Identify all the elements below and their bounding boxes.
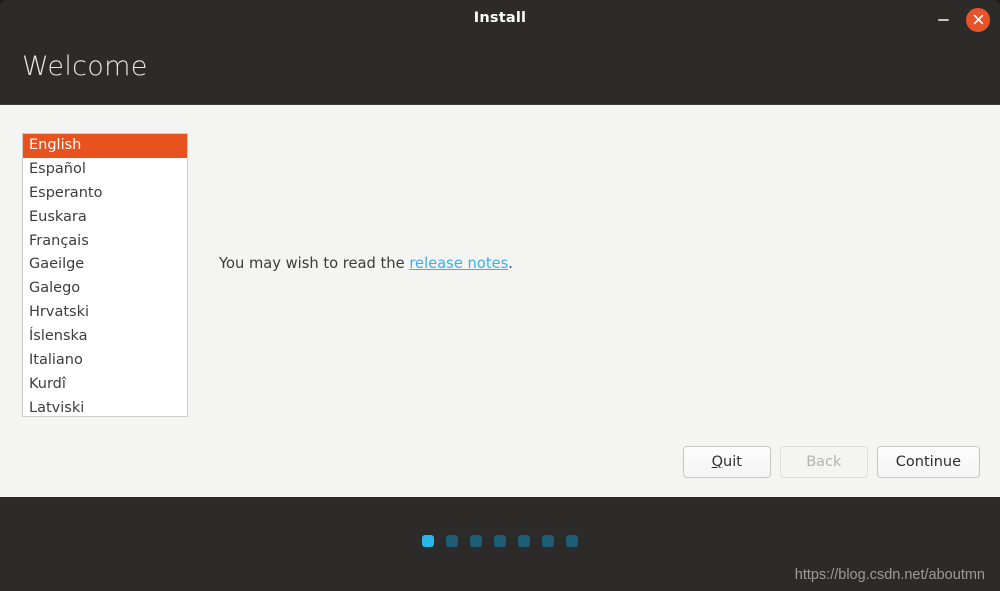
language-item[interactable]: Hrvatski: [23, 301, 187, 325]
window-title: Install: [473, 10, 527, 26]
minimize-button[interactable]: [932, 9, 954, 31]
progress-dot[interactable]: [566, 535, 578, 547]
language-item[interactable]: Español: [23, 158, 187, 182]
page-title: Welcome: [22, 51, 148, 82]
release-notes-suffix: .: [508, 255, 513, 272]
page-header: Welcome: [0, 39, 1000, 105]
quit-button[interactable]: Quit: [682, 446, 771, 478]
release-notes-prefix: You may wish to read the: [219, 255, 410, 272]
back-button[interactable]: Back: [779, 446, 868, 478]
close-button[interactable]: [966, 7, 990, 32]
progress-dot[interactable]: [446, 535, 458, 547]
language-item[interactable]: Italiano: [23, 349, 187, 373]
language-list[interactable]: English Español Esperanto Euskara Français Ga…: [22, 133, 188, 417]
release-notes-link[interactable]: release notes: [409, 255, 508, 272]
language-item[interactable]: Français: [23, 230, 187, 254]
quit-mnemonic: Q: [711, 454, 724, 470]
footer-area: https://blog.csdn.net/aboutmn: [0, 497, 1000, 591]
progress-dot[interactable]: [494, 535, 506, 547]
title-bar: Install: [0, 0, 1000, 39]
content-area: English Español Esperanto Euskara Français Ga…: [0, 105, 1000, 497]
minimize-icon: [937, 18, 949, 21]
progress-dot[interactable]: [470, 535, 482, 547]
language-item[interactable]: Latviski: [23, 397, 187, 416]
progress-dot[interactable]: [518, 535, 530, 547]
progress-dot-active[interactable]: [422, 535, 434, 547]
release-notes-line: You may wish to read the release notes.: [219, 255, 513, 272]
language-item[interactable]: Íslenska: [23, 325, 187, 349]
language-item[interactable]: Galego: [23, 277, 187, 301]
language-item[interactable]: Kurdî: [23, 373, 187, 397]
quit-label-rest: uit: [723, 454, 742, 470]
continue-button[interactable]: Continue: [876, 446, 980, 478]
watermark-text: https://blog.csdn.net/aboutmn: [794, 567, 985, 583]
language-item[interactable]: Gaeilge: [23, 253, 187, 277]
navigation-buttons: Quit Back Continue: [682, 446, 980, 478]
progress-dots: [0, 535, 1000, 547]
installer-window: Install Welcome English Español Esperanto E…: [0, 0, 1000, 591]
language-item[interactable]: Euskara: [23, 206, 187, 230]
window-controls: [932, 0, 990, 39]
progress-dot[interactable]: [542, 535, 554, 547]
language-item[interactable]: Esperanto: [23, 182, 187, 206]
close-icon: [973, 14, 983, 25]
language-item[interactable]: English: [23, 134, 187, 158]
